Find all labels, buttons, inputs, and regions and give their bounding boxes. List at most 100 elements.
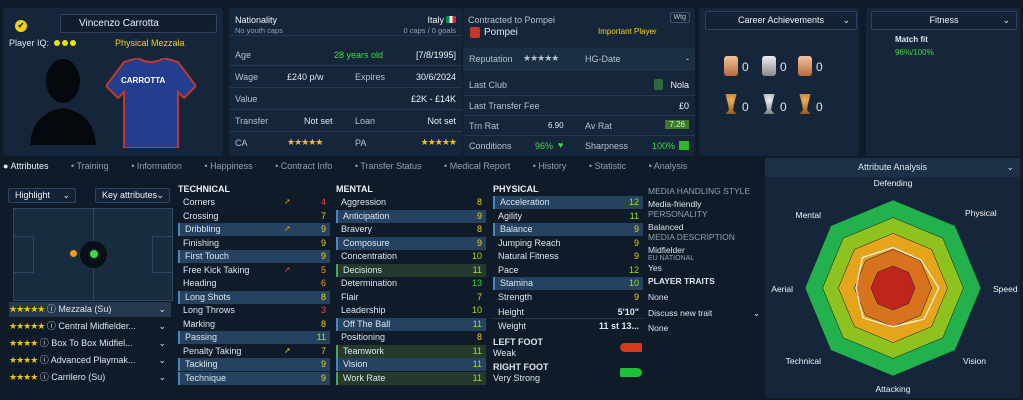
trend-arrow-icon: ➚ <box>284 264 291 274</box>
attribute-row[interactable]: Off The Ball 11 <box>336 317 486 331</box>
attribute-row[interactable]: Passing 11 <box>178 331 330 344</box>
wage-label: Wage <box>235 72 259 82</box>
attribute-row[interactable]: Technique 9 <box>178 371 330 385</box>
attribute-row[interactable]: Natural Fitness 9 <box>493 250 643 263</box>
tab-analysis[interactable]: • Analysis <box>649 161 698 171</box>
attribute-value: 9 <box>320 372 326 383</box>
attribute-row[interactable]: Decisions 11 <box>336 263 486 277</box>
tab-medical-report[interactable]: • Medical Report <box>444 161 520 171</box>
radar-axis-label: Technical <box>786 356 822 366</box>
attribute-row[interactable]: Concentration 10 <box>336 250 486 263</box>
attribute-row[interactable]: Leadership 10 <box>336 304 486 317</box>
role-row[interactable]: ★★★★★ ⓘ Central Midfielder... ⌄ <box>9 319 171 334</box>
attribute-value: 13 <box>471 278 482 288</box>
last-club-value[interactable]: Nola <box>670 80 689 90</box>
nationality-value[interactable]: Italy <box>427 15 444 25</box>
attribute-name: Dribbling <box>185 224 221 234</box>
player-traits-value-2: None <box>648 323 669 333</box>
av-value: 7.26 <box>665 120 689 129</box>
trn-label: Trn Rat <box>469 121 499 131</box>
trophy-gold-icon <box>799 94 811 114</box>
attribute-row[interactable]: Tackling 9 <box>178 358 330 371</box>
role-row[interactable]: ★★★★ ⓘ Carrilero (Su) ⌄ <box>9 370 171 385</box>
physical-heading: PHYSICAL <box>493 184 539 194</box>
attribute-row[interactable]: First Touch 9 <box>178 250 330 263</box>
chevron-down-icon: ⌄ <box>158 372 166 382</box>
attribute-value: 10 <box>471 305 482 315</box>
attribute-row[interactable]: Aggression 8 <box>336 196 486 209</box>
attribute-value: 4 <box>320 197 326 207</box>
tab-training[interactable]: • Training <box>71 161 119 171</box>
secondary-position-marker <box>70 250 77 257</box>
attribute-analysis-dropdown[interactable]: Attribute Analysis ⌄ <box>765 158 1020 177</box>
tab-happiness[interactable]: • Happiness <box>204 161 262 171</box>
attribute-name: Free Kick Taking <box>183 264 250 275</box>
role-row[interactable]: ★★★★ ⓘ Box To Box Midfiel... ⌄ <box>9 336 171 351</box>
attribute-row[interactable]: Determination 13 <box>336 277 486 290</box>
attribute-row[interactable]: Long Shots 8 <box>178 290 330 304</box>
medal-silver-icon <box>762 56 776 76</box>
attribute-row[interactable]: Balance 9 <box>493 223 643 236</box>
tab-history[interactable]: • History <box>533 161 577 171</box>
tab-information[interactable]: • Information <box>131 161 192 171</box>
attribute-row[interactable]: Free Kick Taking 5 <box>178 264 330 277</box>
eu-national-value: Yes <box>648 263 662 273</box>
career-achievements-dropdown[interactable]: Career Achievements ⌄ <box>705 11 857 30</box>
attribute-row[interactable]: Pace 12 <box>493 264 643 277</box>
attribute-row[interactable]: Acceleration 12 <box>493 196 643 209</box>
attribute-row[interactable]: Bravery 8 <box>336 223 486 236</box>
attribute-row[interactable]: Work Rate 11 <box>336 371 486 385</box>
attribute-row[interactable]: Dribbling 9 <box>178 223 330 236</box>
attribute-row[interactable]: Vision 11 <box>336 358 486 371</box>
attribute-row[interactable]: Crossing 7 <box>178 210 330 223</box>
tab-statistic[interactable]: • Statistic <box>589 161 636 171</box>
mental-heading: MENTAL <box>336 184 373 194</box>
attribute-row[interactable]: Jumping Reach 9 <box>493 237 643 250</box>
attribute-value: 11 <box>629 210 639 221</box>
club-name[interactable]: Pompei <box>484 27 518 38</box>
sharpness-label: Sharpness <box>585 141 629 151</box>
pa-stars: ★★★★★ <box>420 137 457 147</box>
attribute-row[interactable]: Teamwork 11 <box>336 344 486 358</box>
role-row[interactable]: ★★★★ ⓘ Advanced Playmak... ⌄ <box>9 353 171 368</box>
loan-value[interactable]: Not set <box>427 116 456 126</box>
attribute-row[interactable]: Long Throws 3 <box>178 304 330 317</box>
key-attributes-dropdown[interactable]: Key attributes ⌄ <box>95 188 170 203</box>
medal-bronze-icon <box>724 56 738 76</box>
attribute-row[interactable]: Finishing 9 <box>178 237 330 250</box>
highlight-dropdown[interactable]: Highlight ⌄ <box>8 188 76 203</box>
right-foot-value: Very Strong <box>493 373 541 383</box>
chevron-down-icon: ⌄ <box>1002 15 1010 25</box>
player-name[interactable]: Vincenzo Carrotta <box>60 14 217 33</box>
attribute-row[interactable]: Agility 11 <box>493 210 643 223</box>
fitness-dropdown[interactable]: Fitness ⌄ <box>871 11 1017 30</box>
attribute-row[interactable]: Corners 4 <box>178 196 330 209</box>
tab-attributes[interactable]: ● Attributes <box>3 161 58 171</box>
tab-contract-info[interactable]: • Contract Info <box>275 161 342 171</box>
attribute-value: 8 <box>476 332 482 342</box>
radar-band-4 <box>870 265 916 311</box>
attribute-value: 9 <box>633 251 639 261</box>
attribute-row[interactable]: Marking 8 <box>178 318 330 331</box>
shirt-icon <box>106 58 196 148</box>
attribute-row[interactable]: Positioning 8 <box>336 331 486 344</box>
discuss-trait-dropdown[interactable]: Discuss new trait ⌄ <box>648 308 760 318</box>
chevron-down-icon: ⌄ <box>842 15 850 25</box>
attribute-row[interactable]: Penalty Taking 7 <box>178 345 330 358</box>
transfer-value[interactable]: Not set <box>304 116 333 126</box>
wtg-button[interactable]: Wtg <box>669 12 690 23</box>
attribute-row[interactable]: Composure 9 <box>336 236 486 250</box>
attribute-row[interactable]: Heading 6 <box>178 277 330 290</box>
attribute-row[interactable]: Stamina 10 <box>493 277 643 290</box>
player-profile-panel: ✔ Vincenzo Carrotta Player IQ: Physical … <box>3 8 223 156</box>
sharpness-value: 100% <box>651 141 675 151</box>
role-row[interactable]: ★★★★★ ⓘ Mezzala (Su) ⌄ <box>9 302 171 317</box>
attribute-row[interactable]: Anticipation 9 <box>336 209 486 223</box>
attribute-row[interactable]: Flair 7 <box>336 291 486 304</box>
tab-transfer-status[interactable]: • Transfer Status <box>355 161 432 171</box>
attribute-row[interactable]: Strength 9 <box>493 291 643 304</box>
attribute-name: Pace <box>498 264 519 275</box>
chevron-down-icon: ⌄ <box>158 321 166 331</box>
caps: 0 caps / 0 goals <box>403 26 456 35</box>
personality-label: PERSONALITY <box>648 209 708 219</box>
